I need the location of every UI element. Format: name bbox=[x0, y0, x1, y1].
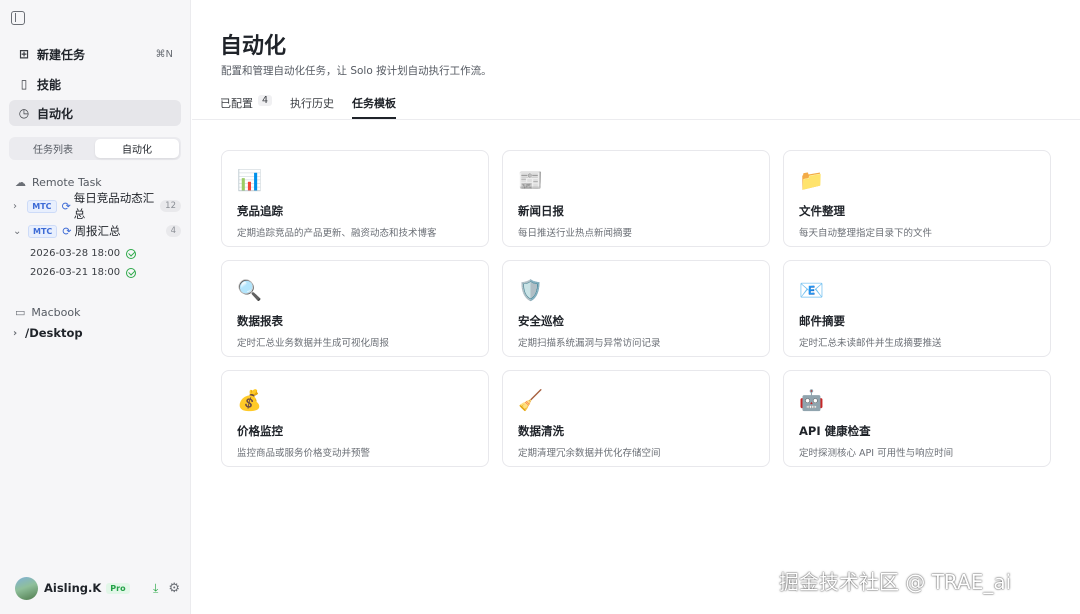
task-count-badge: 4 bbox=[165, 225, 181, 237]
template-grid: 📊 竞品追踪 定期追踪竞品的产品更新、融资动态和技术博客 📰 新闻日报 每日推送… bbox=[221, 150, 1051, 467]
run-history-item[interactable]: 2026-03-28 18:00 bbox=[30, 248, 137, 259]
success-check-icon bbox=[126, 267, 137, 278]
nav-item-skills[interactable]: ▯ 技能 bbox=[9, 71, 181, 97]
main-content: 自动化 配置和管理自动化任务，让 Solo 按计划自动执行工作流。 已配置 4 … bbox=[192, 0, 1080, 614]
run-timestamp: 2026-03-21 18:00 bbox=[30, 267, 121, 278]
tab-label: 执行历史 bbox=[290, 97, 335, 110]
task-row[interactable]: ⌄ MTC ⟳ 周报汇总 4 bbox=[13, 221, 181, 241]
nav-item-label: 技能 bbox=[37, 77, 62, 92]
newspaper-icon: 📰 bbox=[518, 168, 543, 192]
task-name: 每日竞品动态汇总 bbox=[73, 191, 155, 221]
sidebar: ⊞ 新建任务 ⌘N ▯ 技能 ◷ 自动化 任务列表 自动化 ☁ Remote T… bbox=[0, 0, 191, 614]
nav-item-label: 自动化 bbox=[37, 106, 74, 121]
shortcut-hint: ⌘N bbox=[155, 48, 173, 60]
card-description: 定期清理冗余数据并优化存储空间 bbox=[518, 448, 661, 459]
card-description: 定期追踪竞品的产品更新、融资动态和技术博客 bbox=[237, 228, 437, 239]
folder-row[interactable]: › /Desktop bbox=[13, 326, 83, 340]
nav-item-new-task[interactable]: ⊞ 新建任务 ⌘N bbox=[9, 41, 181, 67]
card-title: 数据清洗 bbox=[518, 424, 564, 438]
robot-icon: 🤖 bbox=[799, 388, 824, 412]
tab-history[interactable]: 执行历史 bbox=[290, 94, 334, 119]
template-card-report[interactable]: 🔍 数据报表 定时汇总业务数据并生成可视化周报 bbox=[221, 260, 489, 357]
template-card-competitor[interactable]: 📊 竞品追踪 定期追踪竞品的产品更新、融资动态和技术博客 bbox=[221, 150, 489, 247]
broom-icon: 🧹 bbox=[518, 388, 543, 412]
sidebar-collapse-icon[interactable] bbox=[11, 11, 25, 25]
run-timestamp: 2026-03-28 18:00 bbox=[30, 248, 121, 259]
nav-item-automation[interactable]: ◷ 自动化 bbox=[9, 100, 181, 126]
shield-icon: 🛡️ bbox=[518, 278, 543, 302]
card-description: 定时探测核心 API 可用性与响应时间 bbox=[799, 448, 954, 459]
segment-automation[interactable]: 自动化 bbox=[95, 139, 179, 158]
card-title: 价格监控 bbox=[237, 424, 283, 438]
card-title: API 健康检查 bbox=[799, 424, 871, 438]
macbook-group: ▭ Macbook bbox=[15, 306, 81, 319]
chevron-right-icon[interactable]: › bbox=[13, 328, 25, 339]
group-label: Remote Task bbox=[32, 176, 102, 189]
template-card-email[interactable]: 📧 邮件摘要 定时汇总未读邮件并生成摘要推送 bbox=[783, 260, 1051, 357]
download-icon[interactable]: ⤓ bbox=[153, 581, 158, 596]
card-title: 文件整理 bbox=[799, 204, 845, 218]
card-title: 竞品追踪 bbox=[237, 204, 283, 218]
new-task-icon: ⊞ bbox=[18, 47, 30, 61]
card-description: 定时汇总未读邮件并生成摘要推送 bbox=[799, 338, 942, 349]
email-icon: 📧 bbox=[799, 278, 824, 302]
task-count-badge: 12 bbox=[160, 200, 181, 212]
gear-icon[interactable]: ⚙ bbox=[168, 581, 180, 596]
user-bar: Aisling.K Pro ⤓ ⚙ bbox=[15, 576, 180, 600]
page-title: 自动化 bbox=[220, 34, 287, 59]
card-description: 定期扫描系统漏洞与异常访问记录 bbox=[518, 338, 661, 349]
card-description: 每日推送行业热点新闻摘要 bbox=[518, 228, 633, 239]
template-card-price[interactable]: 💰 价格监控 监控商品或服务价格变动并预警 bbox=[221, 370, 489, 467]
template-card-cleanup[interactable]: 🧹 数据清洗 定期清理冗余数据并优化存储空间 bbox=[502, 370, 770, 467]
card-description: 每天自动整理指定目录下的文件 bbox=[799, 228, 933, 239]
template-card-files[interactable]: 📁 文件整理 每天自动整理指定目录下的文件 bbox=[783, 150, 1051, 247]
chart-icon: 📊 bbox=[237, 168, 262, 192]
card-description: 定时汇总业务数据并生成可视化周报 bbox=[237, 338, 390, 349]
segment-task-list[interactable]: 任务列表 bbox=[11, 139, 95, 158]
remote-task-group: ☁ Remote Task bbox=[15, 176, 102, 189]
tab-templates[interactable]: 任务模板 bbox=[352, 94, 397, 119]
template-card-security[interactable]: 🛡️ 安全巡检 定期扫描系统漏洞与异常访问记录 bbox=[502, 260, 770, 357]
nav-item-label: 新建任务 bbox=[37, 47, 86, 62]
avatar[interactable] bbox=[15, 576, 38, 600]
card-description: 监控商品或服务价格变动并预警 bbox=[237, 448, 371, 459]
tab-configured[interactable]: 已配置 4 bbox=[220, 94, 273, 119]
watermark: 掘金技术社区 @ TRAE_ai bbox=[779, 570, 1012, 594]
run-history-item[interactable]: 2026-03-21 18:00 bbox=[30, 267, 137, 278]
page-subtitle: 配置和管理自动化任务，让 Solo 按计划自动执行工作流。 bbox=[221, 65, 492, 77]
card-title: 新闻日报 bbox=[518, 204, 564, 218]
task-tag: MTC bbox=[27, 199, 57, 213]
tab-label: 任务模板 bbox=[352, 97, 397, 110]
user-name: Aisling.K bbox=[44, 581, 102, 595]
money-bag-icon: 💰 bbox=[237, 388, 262, 412]
folder-icon: 📁 bbox=[799, 168, 824, 192]
timer-icon: ◷ bbox=[18, 106, 30, 120]
sync-icon: ⟳ bbox=[61, 199, 71, 213]
sidebar-segmented-control: 任务列表 自动化 bbox=[9, 137, 181, 160]
success-check-icon bbox=[126, 248, 137, 259]
template-card-news[interactable]: 📰 新闻日报 每日推送行业热点新闻摘要 bbox=[502, 150, 770, 247]
card-title: 数据报表 bbox=[237, 314, 283, 328]
tab-label: 已配置 bbox=[220, 97, 253, 110]
tab-count-badge: 4 bbox=[258, 95, 273, 106]
book-icon: ▯ bbox=[20, 77, 28, 91]
group-label: Macbook bbox=[31, 306, 81, 319]
folder-name: /Desktop bbox=[25, 326, 83, 340]
chevron-down-icon[interactable]: ⌄ bbox=[13, 226, 25, 237]
tab-bar: 已配置 4 执行历史 任务模板 bbox=[220, 94, 414, 119]
chevron-right-icon[interactable]: › bbox=[13, 201, 24, 212]
cloud-icon: ☁ bbox=[15, 176, 26, 189]
card-title: 安全巡检 bbox=[518, 314, 564, 328]
task-name: 周报汇总 bbox=[74, 224, 121, 238]
task-tag: MTC bbox=[28, 224, 58, 238]
tab-divider bbox=[192, 119, 1080, 120]
monitor-icon: ▭ bbox=[15, 306, 26, 319]
card-title: 邮件摘要 bbox=[799, 314, 845, 328]
template-card-api-health[interactable]: 🤖 API 健康检查 定时探测核心 API 可用性与响应时间 bbox=[783, 370, 1051, 467]
task-row[interactable]: › MTC ⟳ 每日竞品动态汇总 12 bbox=[13, 191, 181, 221]
plan-badge: Pro bbox=[106, 582, 130, 594]
magnifier-icon: 🔍 bbox=[237, 278, 262, 302]
sync-icon: ⟳ bbox=[62, 224, 72, 238]
